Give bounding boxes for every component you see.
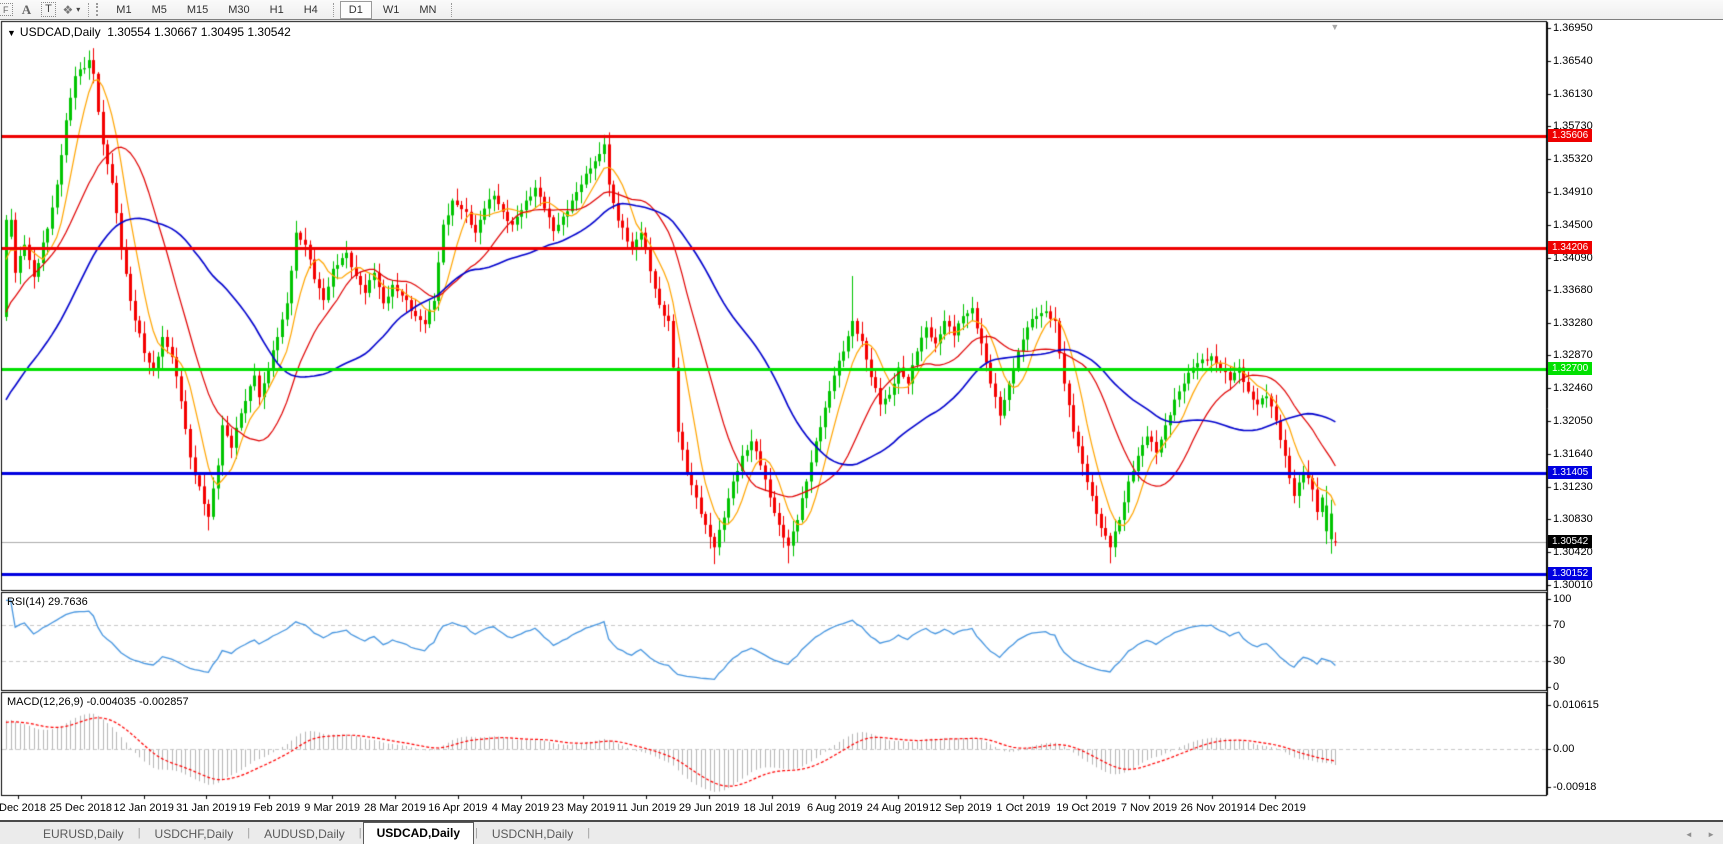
price-axis-label: 1.34910 xyxy=(1553,186,1593,198)
price-axis-label: 1.30010 xyxy=(1553,579,1593,591)
rsi-indicator-label: RSI(14) 29.7636 xyxy=(7,596,88,608)
tab-scroll-arrows: ◄ ► xyxy=(1673,830,1715,839)
macd-name: MACD(12,26,9) xyxy=(7,696,83,708)
price-axis-label: 1.33280 xyxy=(1553,317,1593,329)
date-axis-label: 26 Nov 2019 xyxy=(1181,802,1243,814)
price-axis-label: 1.30830 xyxy=(1553,513,1593,525)
date-axis-label: 1 Oct 2019 xyxy=(996,802,1050,814)
rsi-axis-label: 100 xyxy=(1553,593,1571,605)
date-axis-label: 6 Aug 2019 xyxy=(807,802,863,814)
date-axis-label: 11 Jun 2019 xyxy=(616,802,676,814)
fibonacci-icon: F xyxy=(0,3,13,16)
date-axis-label: 23 May 2019 xyxy=(552,802,616,814)
chart-title: ▼ USDCAD,Daily 1.30554 1.30667 1.30495 1.… xyxy=(7,25,291,39)
price-axis-label: 1.36130 xyxy=(1553,88,1593,100)
tab-usdcnh[interactable]: USDCNH,Daily xyxy=(479,825,586,844)
toolbar-separator xyxy=(451,3,452,17)
price-axis-label: 1.34500 xyxy=(1553,219,1593,231)
level-price-tag: 1.32700 xyxy=(1548,362,1592,375)
level-price-tag: 1.30152 xyxy=(1548,567,1592,580)
date-axis-label: 9 Mar 2019 xyxy=(304,802,360,814)
date-axis-label: 28 Mar 2019 xyxy=(364,802,426,814)
timeframe-button-m30[interactable]: M30 xyxy=(219,1,258,19)
price-axis-label: 1.31230 xyxy=(1553,481,1593,493)
toolbar-separator xyxy=(333,3,334,17)
date-axis-label: 25 Dec 2018 xyxy=(50,802,112,814)
date-axis-label: 24 Aug 2019 xyxy=(867,802,929,814)
timeframe-button-d1[interactable]: D1 xyxy=(340,1,372,19)
date-axis-label: 12 Sep 2019 xyxy=(929,802,991,814)
date-axis-label: 16 Apr 2019 xyxy=(428,802,487,814)
date-axis-label: 14 Dec 2019 xyxy=(1243,802,1305,814)
timeframe-button-m15[interactable]: M15 xyxy=(178,1,217,19)
timeframe-button-m1[interactable]: M1 xyxy=(107,1,140,19)
date-axis-label: 4 May 2019 xyxy=(492,802,549,814)
rsi-axis-label: 0 xyxy=(1553,681,1559,693)
date-axis-label: 19 Feb 2019 xyxy=(238,802,300,814)
terminal-window: F A T ❖ ▾ M1M5M15M30H1H4 D1W1MN ▼ USDCAD,D… xyxy=(0,0,1723,844)
tab-scroll-left-icon[interactable]: ◄ xyxy=(1685,830,1693,839)
chart-symbol-label: USDCAD,Daily xyxy=(20,25,101,39)
price-axis-label: 1.31640 xyxy=(1553,448,1593,460)
timeframe-button-group: M1M5M15M30H1H4 D1W1MN xyxy=(106,1,446,19)
current-price-tag: 1.30542 xyxy=(1548,535,1592,548)
timeframe-button-w1[interactable]: W1 xyxy=(374,1,409,19)
tab-separator: | xyxy=(586,827,591,839)
price-axis-label: 1.36540 xyxy=(1553,55,1593,67)
rsi-name: RSI(14) xyxy=(7,596,45,608)
level-price-tag: 1.31405 xyxy=(1548,466,1592,479)
chart-overlay: ▼ USDCAD,Daily 1.30554 1.30667 1.30495 1.… xyxy=(0,20,1723,820)
tab-usdcad[interactable]: USDCAD,Daily xyxy=(363,822,474,844)
chart-toolbar: F A T ❖ ▾ M1M5M15M30H1H4 D1W1MN xyxy=(0,0,1723,20)
chart-dropdown-icon: ▼ xyxy=(7,28,16,38)
text-icon: T xyxy=(41,2,56,17)
tab-audusd[interactable]: AUDUSD,Daily xyxy=(251,825,358,844)
price-axis-label: 1.32870 xyxy=(1553,349,1593,361)
text-label-tool-button[interactable]: A xyxy=(19,2,35,18)
shapes-tool-button[interactable]: ❖ ▾ xyxy=(63,2,81,18)
toolbar-separator xyxy=(88,3,89,17)
rsi-axis-label: 70 xyxy=(1553,619,1565,631)
price-axis-label: 1.33680 xyxy=(1553,284,1593,296)
date-axis-label: 31 Jan 2019 xyxy=(176,802,237,814)
date-axis-label: 29 Jun 2019 xyxy=(679,802,740,814)
price-axis-label: 1.35320 xyxy=(1553,153,1593,165)
shapes-icon: ❖ xyxy=(63,3,74,17)
timeframe-button-h4[interactable]: H4 xyxy=(295,1,327,19)
rsi-axis-label: 30 xyxy=(1553,655,1565,667)
text-label-icon: A xyxy=(22,2,31,18)
tab-usdchf[interactable]: USDCHF,Daily xyxy=(142,825,247,844)
timeframe-button-mn[interactable]: MN xyxy=(410,1,445,19)
text-tool-button[interactable]: T xyxy=(41,2,57,18)
chart-tab-bar: ◄ ► EURUSD,Daily|USDCHF,Daily|AUDUSD,Dai… xyxy=(0,820,1723,844)
price-axis-label: 1.32460 xyxy=(1553,382,1593,394)
level-price-tag: 1.34206 xyxy=(1548,241,1592,254)
timeframe-button-m5[interactable]: M5 xyxy=(143,1,176,19)
price-axis-label: 1.32050 xyxy=(1553,415,1593,427)
chevron-down-icon: ▾ xyxy=(76,5,80,14)
date-axis-label: 19 Oct 2019 xyxy=(1056,802,1116,814)
chart-quote-ohlc: 1.30554 1.30667 1.30495 1.30542 xyxy=(107,25,291,39)
date-axis-label: 12 Jan 2019 xyxy=(113,802,174,814)
macd-axis-label: 0.00 xyxy=(1553,743,1574,755)
macd-axis-label: -0.00918 xyxy=(1553,781,1596,793)
date-axis-label: 7 Nov 2019 xyxy=(1121,802,1177,814)
tab-eurusd[interactable]: EURUSD,Daily xyxy=(30,825,137,844)
toolbar-drag-handle[interactable] xyxy=(96,3,102,16)
timeframe-button-h1[interactable]: H1 xyxy=(261,1,293,19)
fibonacci-tool-button[interactable]: F xyxy=(0,2,13,18)
rsi-value: 29.7636 xyxy=(48,596,88,608)
macd-indicator-label: MACD(12,26,9) -0.004035 -0.002857 xyxy=(7,696,189,708)
macd-axis-label: 0.010615 xyxy=(1553,699,1599,711)
date-axis-label: 18 Jul 2019 xyxy=(744,802,801,814)
macd-values: -0.004035 -0.002857 xyxy=(86,696,188,708)
price-axis-label: 1.36950 xyxy=(1553,22,1593,34)
chart-workspace: ▼ USDCAD,Daily 1.30554 1.30667 1.30495 1.… xyxy=(0,20,1723,820)
date-axis-label: 6 Dec 2018 xyxy=(0,802,46,814)
level-price-tag: 1.35606 xyxy=(1548,129,1592,142)
scroll-to-end-icon: ▼ xyxy=(1330,22,1339,32)
tab-scroll-right-icon[interactable]: ► xyxy=(1707,830,1715,839)
